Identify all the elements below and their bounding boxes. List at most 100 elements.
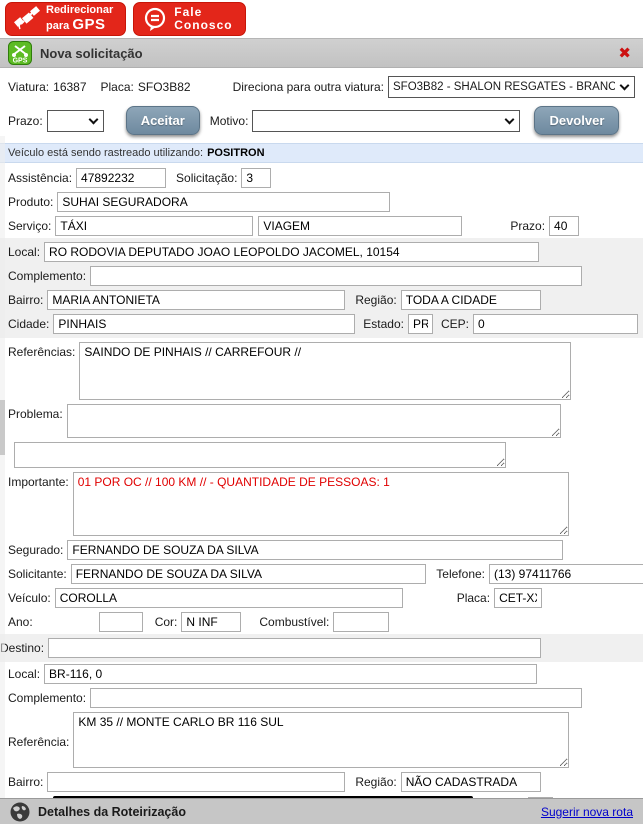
tab-label-gps: GPS: [72, 15, 106, 33]
veiculo-label: Veículo:: [8, 591, 51, 605]
destino-label: Destino:: [0, 641, 45, 655]
direciona-label: Direciona para outra viatura:: [232, 80, 384, 94]
redirect-to-gps-tab[interactable]: Redirecionar para GPS: [5, 2, 127, 36]
cep-label: CEP:: [440, 317, 469, 331]
placa-value: SFO3B82: [137, 80, 191, 94]
dest-complemento-input[interactable]: [90, 688, 583, 708]
assistencia-label: Assistência:: [8, 171, 73, 185]
dest-referencia-textarea[interactable]: [73, 712, 570, 768]
segurado-label: Segurado:: [8, 543, 64, 557]
cor-label: Cor:: [154, 615, 178, 629]
dest-local-label: Local:: [8, 667, 41, 681]
importante-label: Importante:: [8, 475, 69, 489]
destino-row: Destino:: [0, 634, 643, 662]
referencias-textarea[interactable]: [79, 342, 572, 400]
problema-textarea[interactable]: [66, 404, 561, 438]
complemento-input[interactable]: [90, 266, 583, 286]
origin-section: Assistência: Solicitação: Produto: Servi…: [0, 163, 643, 238]
dialog-title: Nova solicitação: [40, 45, 143, 61]
ano-label: Ano:: [8, 615, 33, 629]
estado-input[interactable]: [407, 314, 433, 334]
prazo-select[interactable]: [46, 109, 104, 132]
cidade-input[interactable]: [53, 314, 356, 334]
ano-input[interactable]: [98, 612, 143, 632]
suggest-route-link[interactable]: Sugerir nova rota: [541, 805, 633, 819]
globe-icon: [10, 802, 30, 821]
veiculo-input[interactable]: [54, 588, 403, 608]
tab-label-line2: Conosco: [174, 18, 233, 32]
left-scrollbar-thumb[interactable]: [0, 400, 5, 455]
local-label: Local:: [8, 245, 41, 259]
dialog-titlebar: GPS Nova solicitação ✖: [0, 38, 643, 68]
dest-regiao-label: Região:: [355, 775, 397, 789]
notes-section: Referências: Problema: Importante: Segur…: [0, 338, 643, 634]
motivo-label: Motivo:: [209, 113, 249, 128]
regiao-label: Região:: [355, 293, 397, 307]
tracking-system: POSITRON: [207, 147, 265, 159]
chevron-down-icon: [88, 114, 99, 124]
telefone-label: Telefone:: [436, 567, 485, 581]
assistencia-input[interactable]: [76, 168, 167, 188]
satellite-icon: [14, 6, 40, 30]
telefone-input[interactable]: [489, 564, 643, 584]
dest-referencia-label: Referência:: [8, 734, 70, 749]
bairro-input[interactable]: [47, 290, 346, 310]
dest-bairro-label: Bairro:: [8, 775, 44, 789]
prazo-label: Prazo:: [510, 219, 546, 233]
destination-section: Destino: Local: Complemento: Referência:…: [0, 634, 643, 820]
routing-footer-bar: Detalhes da Roteirização Sugerir nova ro…: [0, 798, 643, 824]
prazo-input[interactable]: [549, 216, 580, 236]
cidade-label: Cidade:: [8, 317, 50, 331]
solicitante-input[interactable]: [70, 564, 427, 584]
aceitar-button[interactable]: Aceitar: [125, 106, 200, 135]
servico-tipo-input[interactable]: [258, 216, 463, 236]
gps-app-icon: GPS: [8, 41, 32, 65]
dest-bairro-input[interactable]: [47, 772, 346, 792]
solicitante-label: Solicitante:: [8, 567, 67, 581]
dispatch-action-row: Prazo: Aceitar Motivo: Devolver: [0, 100, 643, 143]
local-input[interactable]: [44, 242, 540, 262]
devolver-button[interactable]: Devolver: [534, 106, 620, 135]
dest-complemento-label: Complemento:: [8, 691, 87, 705]
close-icon[interactable]: ✖: [614, 44, 635, 62]
placa-label: Placa:: [100, 80, 134, 94]
veiculo-placa-input[interactable]: [494, 588, 543, 608]
estado-label: Estado:: [363, 317, 404, 331]
cep-input[interactable]: [473, 314, 638, 334]
produto-input[interactable]: [57, 192, 391, 212]
prazo-select-label: Prazo:: [8, 113, 43, 128]
destino-input[interactable]: [48, 638, 542, 658]
combustivel-label: Combustível:: [259, 615, 330, 629]
viatura-label: Viatura:: [8, 80, 50, 94]
dest-local-input[interactable]: [44, 664, 538, 684]
servico-label: Serviço:: [8, 219, 52, 233]
chevron-down-icon: [619, 80, 630, 91]
servico-input[interactable]: [55, 216, 254, 236]
top-tab-bar: Redirecionar para GPS Fale Conosco: [0, 0, 643, 38]
segurado-input[interactable]: [67, 540, 564, 560]
tab-label-line2: para: [46, 19, 70, 32]
svg-text:GPS: GPS: [13, 58, 28, 65]
left-scrollbar-track[interactable]: [0, 136, 5, 798]
tracking-info-bar: Veículo está sendo rastreado utilizando:…: [0, 143, 643, 163]
footer-title: Detalhes da Roteirização: [38, 804, 186, 819]
bairro-label: Bairro:: [8, 293, 44, 307]
solicitacao-label: Solicitação:: [176, 171, 238, 185]
cor-input[interactable]: [181, 612, 242, 632]
dest-regiao-input[interactable]: [400, 772, 541, 792]
solicitacao-input[interactable]: [241, 168, 272, 188]
produto-label: Produto:: [8, 195, 54, 209]
direciona-viatura-select[interactable]: SFO3B82 - SHALON RESGATES - BRANCO - 163…: [388, 76, 635, 98]
combustivel-input[interactable]: [333, 612, 390, 632]
tracking-text: Veículo está sendo rastreado utilizando:: [8, 147, 204, 159]
motivo-select[interactable]: [252, 109, 521, 132]
observacao-textarea[interactable]: [14, 442, 506, 468]
chevron-down-icon: [505, 114, 515, 124]
importante-textarea[interactable]: [72, 472, 569, 536]
regiao-input[interactable]: [400, 290, 541, 310]
veiculo-placa-label: Placa:: [456, 591, 491, 605]
dispatch-info-row: Viatura: 16387 Placa: SFO3B82 Direciona pa…: [0, 68, 643, 100]
origin-address-section: Local: Complemento: Bairro: Região: Cida…: [0, 238, 643, 338]
viatura-value: 16387: [53, 80, 87, 94]
contact-us-tab[interactable]: Fale Conosco: [133, 2, 246, 36]
